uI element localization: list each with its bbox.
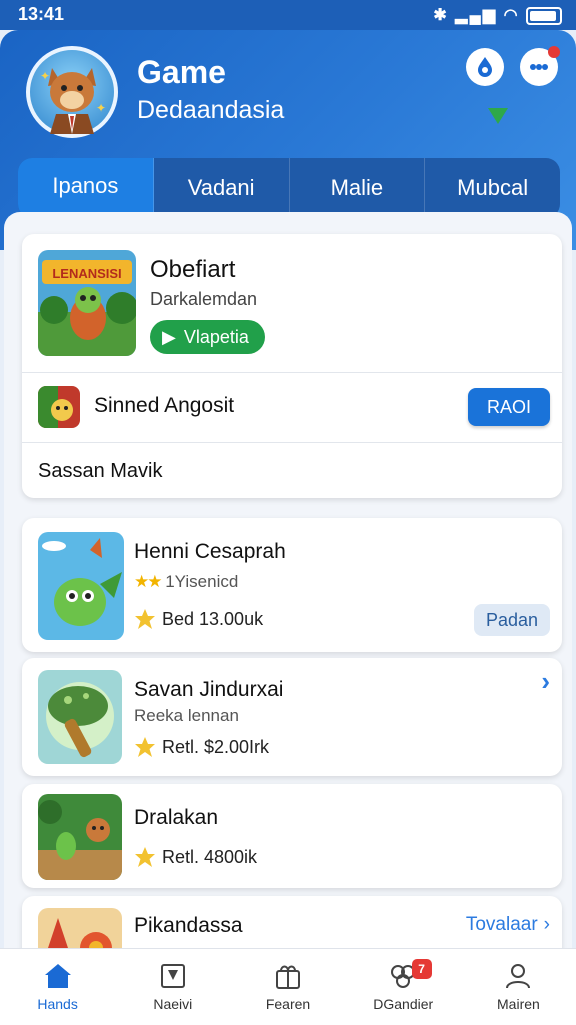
list-item[interactable]: Henni Cesaprah ★★ 1Yisenicd Bed 13.00uk …: [22, 518, 562, 652]
play-button[interactable]: ▶ Vlapetia: [150, 320, 265, 354]
coin-icon: [135, 737, 155, 757]
chevron-right-icon[interactable]: ›: [541, 666, 550, 697]
battery-icon: [526, 6, 562, 25]
nav-news[interactable]: Naeivi: [115, 949, 230, 1025]
news-icon: [160, 964, 185, 988]
view-all-link[interactable]: Tovalaar ›: [466, 914, 550, 936]
tab-mubcal[interactable]: Mubcal: [425, 158, 560, 218]
chat-icon: [530, 64, 548, 70]
notification-badge: 7: [411, 959, 432, 979]
tab-ipanos[interactable]: Ipanos: [18, 158, 154, 218]
drop-icon: [478, 57, 492, 77]
tab-vadani[interactable]: Vadani: [154, 158, 290, 218]
fox-character-avatar: ✦ ✦: [40, 68, 106, 134]
featured-thumbnail[interactable]: LENANSISI: [38, 250, 136, 356]
list-item[interactable]: Dralakan Retl. 4800ik: [22, 784, 562, 888]
nav-clover[interactable]: 7 DGandier: [346, 949, 461, 1025]
play-icon: ▶: [162, 326, 176, 347]
list-thumbnail: [38, 670, 122, 764]
featured-subtitle: Darkalemdan: [150, 289, 258, 309]
page-subtitle: Dedaandasia: [137, 96, 285, 124]
nav-home[interactable]: Hands: [0, 949, 115, 1025]
item-title: Sinned Angosit: [94, 394, 235, 417]
system-icons: ✱ ▂▄▆ ◠: [433, 5, 562, 25]
list-thumbnail: [38, 794, 122, 880]
play-label: Vlapetia: [183, 326, 249, 347]
item-subtitle: Reeka lennan: [134, 706, 239, 725]
item-title: Henni Cesaprah: [134, 540, 286, 563]
nav-profile[interactable]: Mairen: [461, 949, 576, 1025]
svg-text:✦: ✦: [96, 101, 106, 115]
nav-label: Naeivi: [153, 996, 193, 1012]
avatar[interactable]: ✦ ✦: [26, 46, 118, 138]
featured-card[interactable]: LENANSISI Obefiart Darkalemdan ▶ Vlapeti…: [22, 234, 562, 498]
coin-icon: [135, 609, 155, 629]
thumbnail-title: LENANSISI: [52, 266, 121, 281]
item-price: Retl. $2.00Irk: [134, 736, 269, 758]
svg-text:✦: ✦: [40, 69, 50, 83]
notification-dot: [548, 46, 560, 58]
tab-bar: Ipanos Vadani Malie Mubcal: [18, 158, 560, 218]
status-tag[interactable]: Padan: [473, 604, 550, 636]
nav-label: Hands: [37, 996, 78, 1012]
price-text: Bed 13.00uk: [162, 608, 264, 629]
item-title: Savan Jindurxai: [134, 678, 284, 701]
item-price: Bed 13.00uk: [134, 608, 263, 630]
chat-button[interactable]: [520, 46, 560, 86]
featured-title: Obefiart: [150, 256, 236, 283]
rating-text: 1Yisenicd: [165, 572, 239, 591]
star-rating-icon: ★★: [134, 572, 163, 591]
nav-gift[interactable]: Fearen: [230, 949, 345, 1025]
mushroom-weapon-image: [38, 670, 122, 764]
content-panel: LENANSISI Obefiart Darkalemdan ▶ Vlapeti…: [4, 212, 572, 978]
nav-label: Fearen: [265, 996, 311, 1012]
bottom-nav: Hands Naeivi Fearen 7 DGandier Mairen: [0, 948, 576, 1025]
status-time: 13:41: [18, 4, 65, 24]
drop-button[interactable]: [466, 48, 504, 86]
chevron-right-icon: ›: [543, 914, 550, 935]
divider: [22, 372, 562, 373]
coin-icon: [135, 847, 155, 867]
list-item[interactable]: Savan Jindurxai Reeka lennan Retl. $2.00…: [22, 658, 562, 776]
link-label: Tovalaar: [465, 914, 538, 935]
bluetooth-icon: ✱: [433, 7, 449, 24]
gift-icon: [276, 965, 300, 989]
price-text: Retl. 4800ik: [162, 846, 258, 867]
item-title: Dralakan: [134, 806, 219, 829]
item-rating: ★★ 1Yisenicd: [134, 572, 238, 592]
wifi-icon: ◠: [503, 7, 520, 24]
action-button[interactable]: RAOI: [468, 388, 550, 426]
item-price: Retl. 4800ik: [134, 846, 257, 868]
signal-icon: ▂▄▆: [455, 7, 498, 24]
list-thumbnail: [38, 532, 124, 640]
game-artwork-image: LENANSISI: [38, 250, 136, 356]
mini-thumbnail: [38, 386, 80, 428]
divider: [22, 442, 562, 443]
profile-icon: [506, 964, 531, 989]
status-bar: 13:41 ✱ ▂▄▆ ◠: [0, 0, 576, 30]
home-icon: [44, 964, 71, 988]
price-text: Retl. $2.00Irk: [162, 736, 270, 757]
indicator-triangle: [488, 108, 508, 124]
card-footer: Sassan Mavik: [38, 460, 163, 482]
jungle-character-image: [38, 794, 122, 880]
dragon-image: [38, 532, 124, 640]
nav-label: Mairen: [497, 996, 540, 1012]
page-title: Game: [137, 54, 226, 90]
tab-malie[interactable]: Malie: [290, 158, 426, 218]
character-icon: [38, 386, 80, 428]
nav-label: DGandier: [373, 996, 434, 1012]
item-title: Pikandassa: [134, 914, 243, 937]
